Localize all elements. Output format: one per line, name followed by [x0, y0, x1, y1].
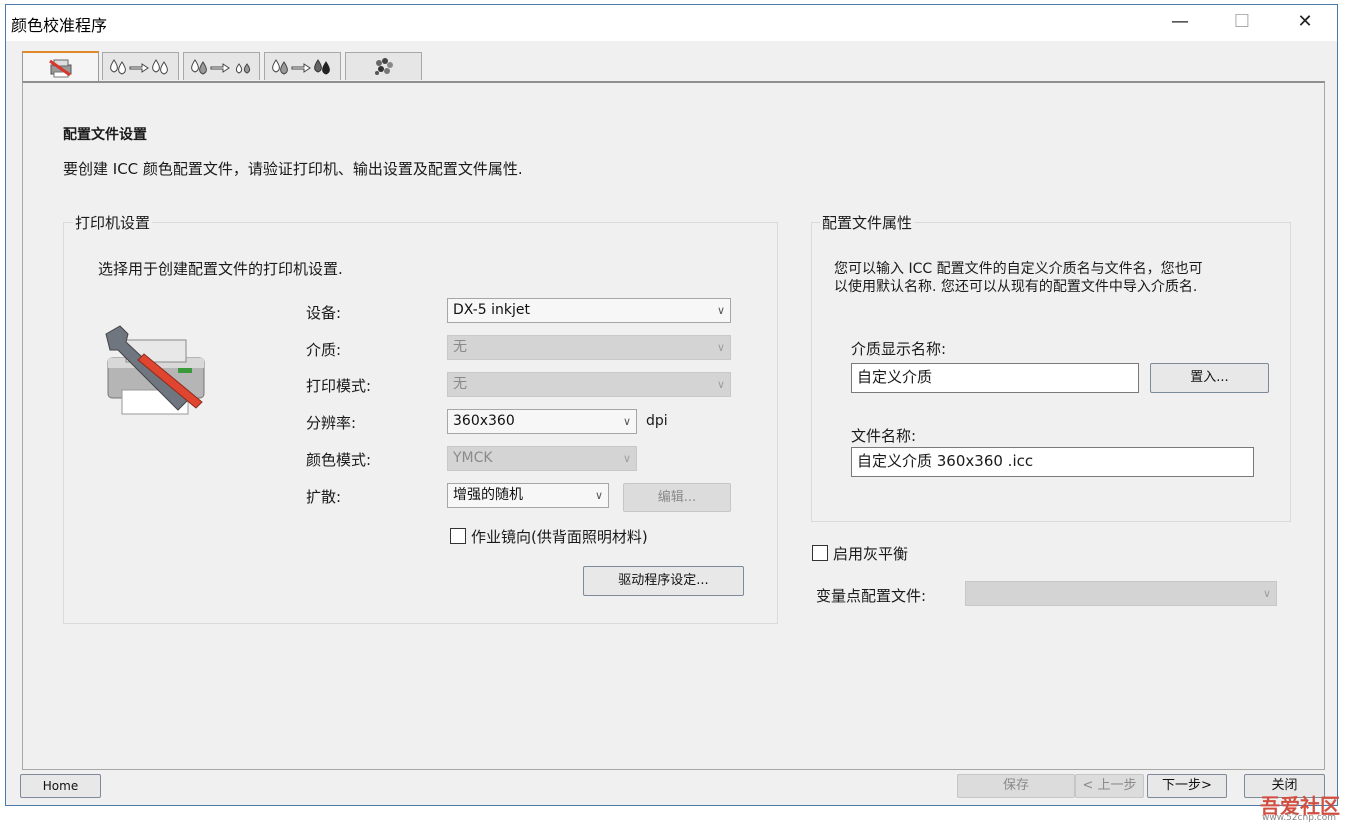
minimize-button[interactable]: —	[1157, 7, 1203, 37]
page-heading: 配置文件设置	[63, 127, 147, 143]
profile-intro-line2: 以使用默认名称. 您还可以从现有的配置文件中导入介质名.	[834, 279, 1198, 295]
printer-wrench-icon	[105, 325, 205, 415]
chevron-down-icon: ∨	[1262, 587, 1271, 600]
resolution-unit: dpi	[646, 413, 668, 429]
print-mode-label: 打印模式:	[306, 377, 372, 395]
chevron-down-icon: ∨	[716, 304, 725, 317]
tab-linearization[interactable]	[183, 52, 260, 80]
file-name-input[interactable]: 自定义介质 360x360 .icc	[851, 447, 1254, 477]
resolution-select[interactable]: 360x360 ∨	[447, 409, 637, 434]
page-description: 要创建 ICC 颜色配置文件，请验证打印机、输出设置及配置文件属性.	[63, 160, 523, 178]
media-name-label: 介质显示名称:	[851, 340, 947, 358]
window-title: 颜色校准程序	[11, 16, 108, 35]
printer-settings-group	[63, 222, 778, 624]
print-mode-value: 无	[453, 376, 467, 392]
device-label: 设备:	[306, 304, 342, 322]
variable-dot-label: 变量点配置文件:	[816, 587, 927, 605]
previous-button[interactable]: < 上一步	[1075, 774, 1144, 798]
ink-total-icon	[271, 58, 330, 75]
gray-balance-label: 启用灰平衡	[833, 545, 909, 563]
variable-dot-select[interactable]: ∨	[965, 581, 1277, 606]
print-mode-select[interactable]: 无 ∨	[447, 372, 731, 397]
device-select[interactable]: DX-5 inkjet ∨	[447, 298, 731, 323]
printer-settings-intro: 选择用于创建配置文件的打印机设置.	[98, 260, 343, 278]
mirror-checkbox[interactable]	[450, 528, 466, 544]
tab-printer-settings[interactable]	[22, 51, 99, 82]
import-button[interactable]: 置入...	[1150, 363, 1269, 393]
tab-ink-limit[interactable]	[102, 52, 179, 80]
media-label: 介质:	[306, 341, 342, 359]
color-mode-label: 颜色模式:	[306, 451, 372, 469]
media-select[interactable]: 无 ∨	[447, 335, 731, 360]
profile-intro-line1: 您可以输入 ICC 配置文件的自定义介质名与文件名，您也可	[834, 261, 1203, 277]
maximize-button[interactable]: ☐	[1219, 7, 1265, 37]
chevron-down-icon: ∨	[622, 415, 631, 428]
media-value: 无	[453, 339, 467, 355]
chevron-down-icon: ∨	[594, 489, 603, 502]
resolution-value: 360x360	[453, 413, 515, 429]
gray-balance-checkbox[interactable]	[812, 545, 828, 561]
home-button[interactable]: Home	[20, 774, 101, 798]
next-button[interactable]: 下一步>	[1147, 774, 1227, 798]
main-window: 颜色校准程序 — ☐ ✕ 配置文件设置 要创建 ICC 颜色配置文件，请验证打印…	[5, 4, 1338, 806]
printer-settings-title: 打印机设置	[73, 212, 153, 233]
linearization-icon	[190, 58, 250, 75]
dithering-select[interactable]: 增强的随机 ∨	[447, 483, 609, 508]
tab-ink-total[interactable]	[264, 52, 341, 80]
ink-limit-icon	[109, 58, 168, 75]
driver-settings-button[interactable]: 驱动程序设定...	[583, 566, 744, 596]
printer-settings-icon	[48, 59, 71, 77]
resolution-label: 分辨率:	[306, 414, 357, 432]
save-button[interactable]: 保存	[957, 774, 1075, 798]
color-mode-value: YMCK	[453, 450, 493, 466]
device-value: DX-5 inkjet	[453, 302, 530, 318]
profile-properties-title: 配置文件属性	[820, 212, 915, 233]
watermark-url: www.52cnp.com	[1261, 813, 1336, 823]
mirror-label: 作业镜向(供背面照明材料)	[471, 528, 648, 546]
color-mode-select[interactable]: YMCK ∨	[447, 446, 637, 471]
chevron-down-icon: ∨	[622, 452, 631, 465]
chevron-down-icon: ∨	[716, 341, 725, 354]
dithering-value: 增强的随机	[453, 487, 523, 503]
profile-icon	[374, 57, 393, 75]
edit-dithering-button[interactable]: 编辑...	[623, 483, 731, 512]
close-window-button[interactable]: ✕	[1282, 7, 1328, 37]
media-name-input[interactable]: 自定义介质	[851, 363, 1139, 393]
title-bar: 颜色校准程序 — ☐ ✕	[6, 5, 1337, 41]
dithering-label: 扩散:	[306, 488, 342, 506]
tab-profile[interactable]	[345, 52, 422, 80]
file-name-label: 文件名称:	[851, 427, 917, 445]
chevron-down-icon: ∨	[716, 378, 725, 391]
